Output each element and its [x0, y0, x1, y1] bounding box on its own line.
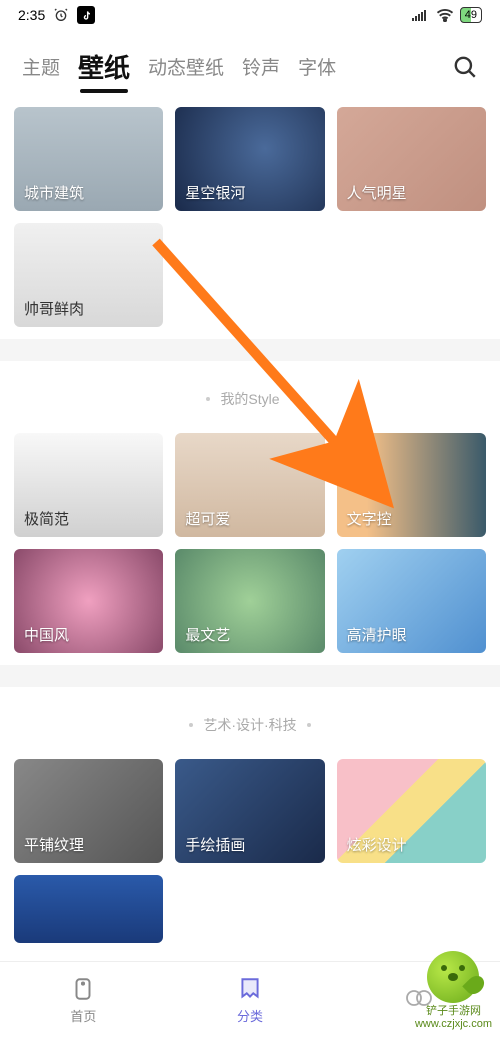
tiktok-icon — [77, 6, 95, 24]
nav-home[interactable]: 首页 — [0, 962, 167, 1039]
card-colorful[interactable]: 炫彩设计 — [337, 759, 486, 863]
home-icon — [70, 976, 96, 1002]
card-text[interactable]: 文字控 — [337, 433, 486, 537]
alarm-icon — [53, 7, 69, 23]
card-city[interactable]: 城市建筑 — [14, 107, 163, 211]
card-partial[interactable] — [14, 875, 163, 943]
signal-icon — [412, 9, 430, 21]
top-tabs: 主题 壁纸 动态壁纸 铃声 字体 — [0, 30, 500, 93]
card-celebrity[interactable]: 人气明星 — [337, 107, 486, 211]
section-header-art: 艺术·设计·科技 — [0, 687, 500, 759]
watermark-logo: 铲子手游网 www.czjxjc.com — [415, 951, 492, 1031]
status-right: 49 — [412, 7, 482, 23]
tab-wallpaper[interactable]: 壁纸 — [78, 48, 130, 85]
section-divider — [0, 339, 500, 361]
card-cute[interactable]: 超可爱 — [175, 433, 324, 537]
category-icon — [237, 976, 263, 1002]
section-header-style: 我的Style — [0, 361, 500, 433]
section-top-categories: 城市建筑 星空银河 人气明星 帅哥鲜肉 — [0, 107, 500, 327]
nav-category[interactable]: 分类 — [167, 962, 334, 1039]
battery-indicator: 49 — [460, 7, 482, 23]
status-left: 2:35 — [18, 6, 95, 24]
tab-theme[interactable]: 主题 — [22, 53, 60, 80]
card-minimal[interactable]: 极简范 — [14, 433, 163, 537]
card-hd[interactable]: 高清护眼 — [337, 549, 486, 653]
card-chinese[interactable]: 中国风 — [14, 549, 163, 653]
card-texture[interactable]: 平铺纹理 — [14, 759, 163, 863]
card-illustration[interactable]: 手绘插画 — [175, 759, 324, 863]
tab-live-wallpaper[interactable]: 动态壁纸 — [148, 53, 224, 80]
card-galaxy[interactable]: 星空银河 — [175, 107, 324, 211]
card-artistic[interactable]: 最文艺 — [175, 549, 324, 653]
tab-ringtone[interactable]: 铃声 — [242, 53, 280, 80]
status-bar: 2:35 49 — [0, 0, 500, 30]
section-divider-2 — [0, 665, 500, 687]
section-my-style: 极简范 超可爱 文字控 中国风 最文艺 高清护眼 — [0, 433, 500, 653]
wifi-icon — [436, 8, 454, 22]
status-time: 2:35 — [18, 7, 45, 23]
tab-font[interactable]: 字体 — [298, 53, 336, 80]
card-handsome[interactable]: 帅哥鲜肉 — [14, 223, 163, 327]
section-art-design: 平铺纹理 手绘插画 炫彩设计 — [0, 759, 500, 943]
search-button[interactable] — [452, 54, 478, 80]
